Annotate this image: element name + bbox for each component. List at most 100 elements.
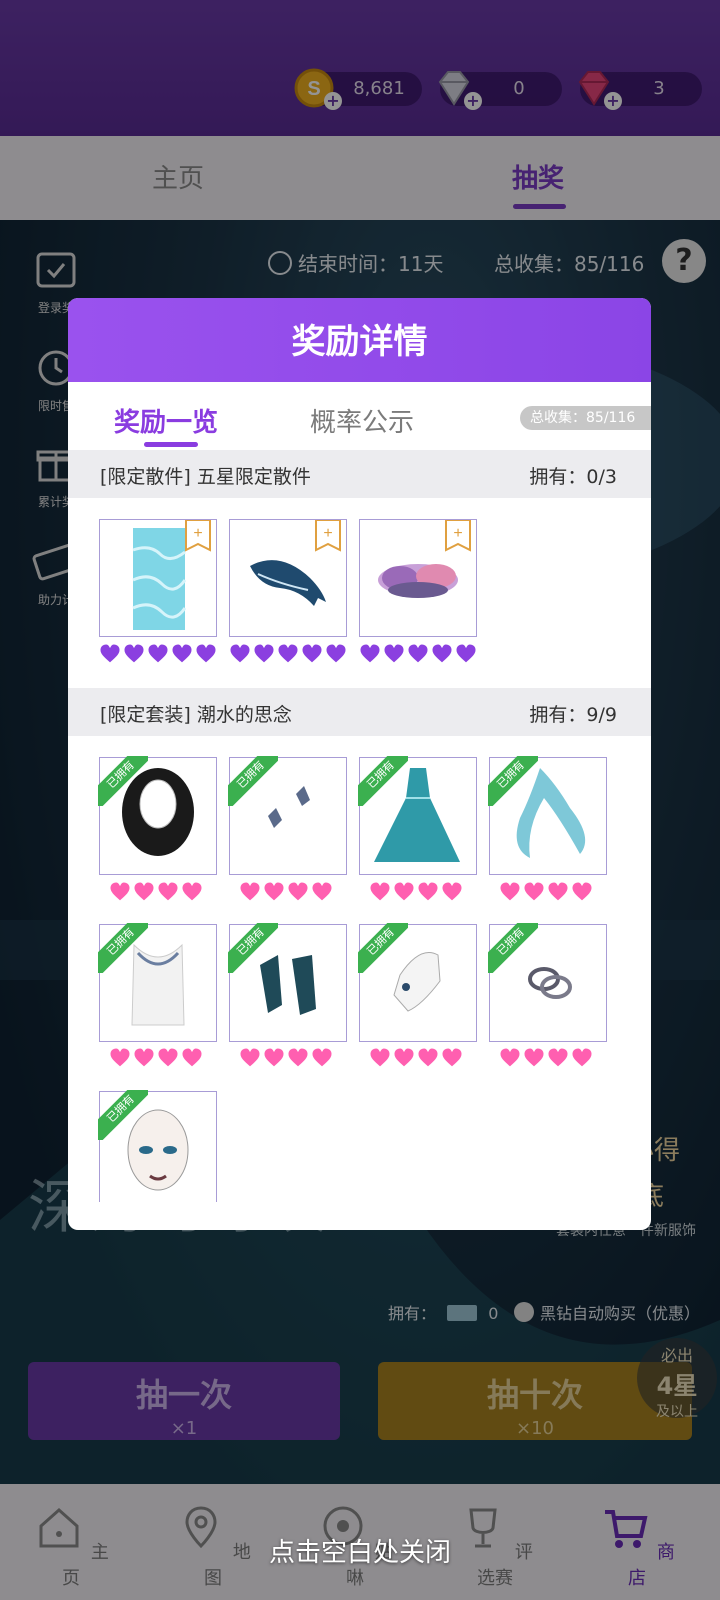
heart-icon [523,881,545,902]
heart-icon [359,643,381,664]
owned-badge: 已拥有 [228,756,278,806]
item-rating-8 [109,1047,203,1073]
whale-item[interactable]: + [229,519,347,637]
owned-badge: 已拥有 [98,923,148,973]
modal-header: 奖励详情 [68,298,651,382]
modal-title: 奖励详情 [291,322,428,362]
heart-icon [441,881,463,902]
owned-badge-text: 已拥有 [228,756,278,806]
heart-icon [133,1047,155,1068]
heart-icon [455,643,477,664]
item-rating-9 [239,1047,333,1073]
heart-icon [277,643,299,664]
heart-icon [181,881,203,902]
section-header-limited-set: [限定套装] 潮水的思念 拥有：9/9 [68,688,651,736]
item-rating-7 [499,881,593,907]
heart-icon [571,881,593,902]
heart-icon [311,881,333,902]
heart-icon [407,643,429,664]
item-rating-10 [369,1047,463,1073]
water-tile-item[interactable]: + [99,519,217,637]
total-collection-pill: 总收集：85/116 [520,406,651,430]
heart-icon [229,643,251,664]
gown-item[interactable]: 已拥有 [358,756,477,875]
heart-icon [109,1047,131,1068]
heart-icon [325,643,347,664]
heart-icon [523,1047,545,1068]
item-rating-6 [369,881,463,907]
heart-icon [393,1047,415,1068]
heels-item[interactable]: 已拥有 [228,923,347,1042]
reward-details-modal: 奖励详情 奖励一览 概率公示 总收集：85/116 [限定散件] 五星限定散件 … [68,298,651,1230]
owned-badge-text: 已拥有 [228,923,278,973]
heart-icon [287,881,309,902]
section-header-limited-items: [限定散件] 五星限定散件 拥有：0/3 [68,450,651,498]
owned-badge-text: 已拥有 [358,756,408,806]
coral-item[interactable]: + [359,519,477,637]
heart-icon [547,1047,569,1068]
owned-badge-text: 已拥有 [488,756,538,806]
item-rating-1 [99,643,217,669]
heart-icon [571,1047,593,1068]
item-rating-4 [109,881,203,907]
reward-list[interactable]: [限定散件] 五星限定散件 拥有：0/3 + + + [限定套装] 潮水的思念 … [68,450,651,1202]
svg-text:+: + [323,525,332,542]
plus-badge-icon: + [445,520,471,552]
heart-icon [547,881,569,902]
heart-icon [109,881,131,902]
tab-reward-overview[interactable]: 奖励一览 [114,402,218,439]
earrings-item[interactable]: 已拥有 [228,756,347,875]
owned-badge: 已拥有 [488,923,538,973]
plus-badge-icon: + [315,520,341,552]
owned-badge: 已拥有 [228,923,278,973]
item-rating-5 [239,881,333,907]
heart-icon [417,1047,439,1068]
item-rating-11 [499,1047,593,1073]
heart-icon [499,1047,521,1068]
heart-icon [383,643,405,664]
heart-icon [393,881,415,902]
heart-icon [181,1047,203,1068]
heart-icon [417,881,439,902]
heart-icon [441,1047,463,1068]
heart-icon [239,881,261,902]
heart-icon [157,881,179,902]
heart-icon [369,881,391,902]
bracelet-item[interactable]: 已拥有 [488,923,607,1042]
section-owned: 拥有：9/9 [529,704,617,726]
owned-badge: 已拥有 [98,1090,148,1140]
heart-icon [195,643,217,664]
heart-icon [311,1047,333,1068]
section-owned: 拥有：0/3 [529,466,617,488]
heart-icon [499,881,521,902]
necklace-item[interactable]: 已拥有 [98,923,217,1042]
heart-icon [287,1047,309,1068]
item-rating-3 [359,643,477,669]
heart-icon [263,1047,285,1068]
owned-badge: 已拥有 [98,756,148,806]
svg-text:+: + [193,525,202,542]
owned-badge: 已拥有 [358,923,408,973]
close-hint: 点击空白处关闭 [268,1538,451,1568]
section-title: [限定散件] 五星限定散件 [100,466,311,488]
owned-badge-text: 已拥有 [358,923,408,973]
heart-icon [263,881,285,902]
svg-text:+: + [453,525,462,542]
heart-icon [171,643,193,664]
curly-hair-item[interactable]: 已拥有 [98,756,217,875]
heart-icon [123,643,145,664]
tab-probability[interactable]: 概率公示 [310,402,414,439]
heart-icon [99,643,121,664]
owned-badge-text: 已拥有 [98,923,148,973]
section-title: [限定套装] 潮水的思念 [100,704,292,726]
owned-badge-text: 已拥有 [98,756,148,806]
makeup-item[interactable]: 已拥有 [98,1090,217,1202]
veil-item[interactable]: 已拥有 [488,756,607,875]
owned-badge: 已拥有 [488,756,538,806]
heart-icon [369,1047,391,1068]
owned-badge-text: 已拥有 [488,923,538,973]
heart-icon [431,643,453,664]
item-rating-2 [229,643,347,669]
glove-item[interactable]: 已拥有 [358,923,477,1042]
heart-icon [239,1047,261,1068]
